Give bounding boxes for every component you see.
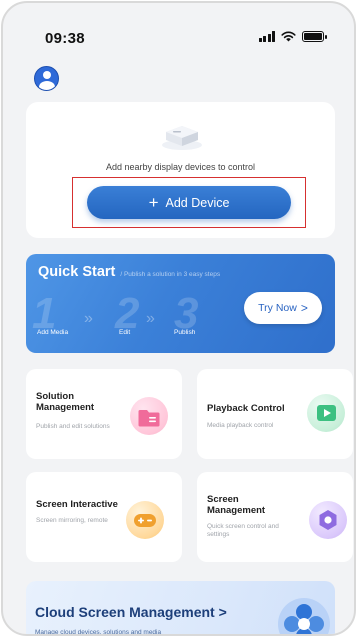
screen-management-card[interactable]: Screen Management Quick screen control a… — [197, 472, 353, 562]
gamepad-icon — [126, 501, 164, 539]
status-time: 09:38 — [45, 30, 85, 47]
feature-description: Publish and edit solutions — [36, 423, 110, 430]
status-icons — [258, 31, 327, 42]
battery-level — [304, 33, 322, 40]
step-1-label: Add Media — [37, 329, 69, 336]
folder-icon — [130, 397, 168, 435]
wifi-icon — [281, 31, 296, 42]
cloud-title-text: Cloud Screen Management — [35, 604, 215, 620]
add-device-label: Add Device — [165, 195, 230, 210]
device-caption: Add nearby display devices to control — [105, 162, 256, 172]
try-now-label: Try Now — [258, 302, 297, 314]
chevron-right-icon: > — [218, 604, 227, 620]
step-arrow-icon: » — [84, 310, 93, 327]
display-device-icon — [162, 126, 202, 150]
phone-frame: 09:38 Add nearby display devices to cont… — [1, 1, 356, 636]
cloud-description: Manage cloud devices, solutions and medi… — [35, 629, 162, 636]
hex-nut-icon — [309, 501, 347, 539]
add-device-card: Add nearby display devices to control + … — [26, 102, 335, 238]
solution-management-card[interactable]: Solution Management Publish and edit sol… — [26, 369, 182, 459]
add-device-button[interactable]: + Add Device — [87, 186, 291, 219]
feature-description: Quick screen control and settings — [207, 523, 279, 538]
quick-start-title: Quick Start — [38, 264, 116, 280]
cloud-screen-management-banner[interactable]: Cloud Screen Management > Manage cloud d… — [26, 581, 335, 636]
battery-icon — [302, 31, 327, 42]
playback-control-card[interactable]: Playback Control Media playback control — [197, 369, 353, 459]
quick-start-subtitle: / Publish a solution in 3 easy steps — [120, 271, 221, 278]
status-bar: 09:38 — [3, 3, 354, 55]
highlight-box: + Add Device — [72, 177, 306, 228]
chevron-right-icon: > — [300, 301, 308, 315]
step-arrow-icon: » — [146, 310, 155, 327]
screen-interactive-card[interactable]: Screen Interactive Screen mirroring, rem… — [26, 472, 182, 562]
feature-title: Screen Management — [207, 494, 266, 516]
feature-title: Playback Control — [207, 403, 285, 414]
feature-description: Screen mirroring, remote — [36, 517, 108, 524]
feature-description: Media playback control — [207, 422, 274, 429]
avatar-body — [38, 80, 55, 90]
cloud-flower-icon — [278, 598, 330, 634]
cellular-signal-icon — [258, 31, 275, 42]
avatar-head — [42, 71, 51, 79]
play-icon — [307, 394, 345, 432]
user-avatar[interactable] — [34, 66, 59, 91]
step-2-label: Edit — [119, 329, 131, 336]
feature-title: Solution Management — [36, 391, 95, 413]
try-now-button[interactable]: Try Now > — [244, 292, 322, 324]
plus-icon: + — [148, 193, 159, 212]
step-3-label: Publish — [174, 329, 196, 336]
feature-title: Screen Interactive — [36, 499, 118, 510]
quick-start-header: Quick Start / Publish a solution in 3 ea… — [38, 264, 220, 280]
cloud-title: Cloud Screen Management > — [35, 604, 227, 620]
quick-start-banner[interactable]: Quick Start / Publish a solution in 3 ea… — [26, 254, 335, 353]
